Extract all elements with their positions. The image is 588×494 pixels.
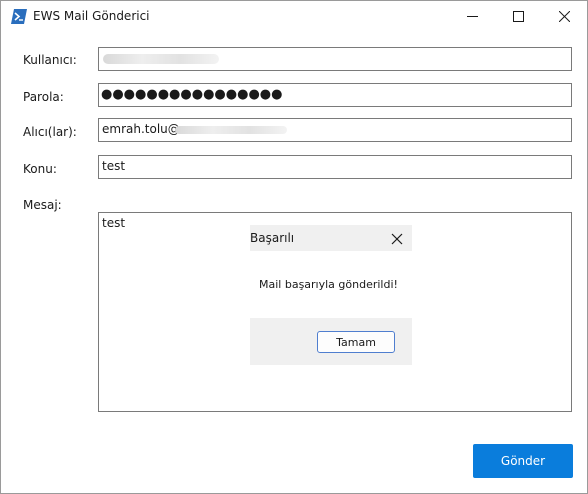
send-button[interactable]: Gönder	[473, 444, 573, 478]
dialog-ok-button[interactable]: Tamam	[317, 331, 395, 353]
main-window: EWS Mail Gönderici Kullanıcı: Parola: ●●…	[0, 0, 588, 494]
dialog-footer: Tamam	[250, 318, 412, 365]
maximize-icon	[512, 7, 524, 26]
recipients-field[interactable]: emrah.tolu@	[98, 118, 572, 142]
minimize-button[interactable]	[449, 1, 495, 32]
title-bar: EWS Mail Gönderici	[1, 1, 587, 32]
dialog-message: Mail başarıyla gönderildi!	[259, 278, 398, 291]
subject-label: Konu:	[23, 162, 57, 176]
dialog-close-icon[interactable]	[390, 231, 404, 245]
minimize-icon	[466, 7, 478, 26]
close-button[interactable]	[541, 1, 587, 32]
window-title: EWS Mail Gönderici	[33, 9, 150, 23]
recipients-label: Alıcı(lar):	[23, 125, 77, 139]
message-label: Mesaj:	[23, 198, 62, 212]
maximize-button[interactable]	[495, 1, 541, 32]
dialog-title: Başarılı	[250, 231, 295, 245]
dialog-title-bar: Başarılı	[250, 225, 412, 251]
success-dialog: Başarılı Mail başarıyla gönderildi! Tama…	[250, 225, 412, 365]
message-value: test	[102, 216, 126, 230]
recipients-value: emrah.tolu@	[102, 122, 180, 136]
password-field[interactable]: ●●●●●●●●●●●●●●●●	[98, 83, 572, 107]
redacted-recipient-domain	[175, 126, 287, 134]
powershell-icon	[11, 9, 27, 24]
password-label: Parola:	[23, 90, 64, 104]
username-field[interactable]	[98, 47, 572, 71]
redacted-username	[103, 54, 219, 64]
subject-field[interactable]: test	[98, 155, 572, 179]
password-value: ●●●●●●●●●●●●●●●●	[101, 87, 283, 102]
close-icon	[558, 7, 570, 26]
subject-value: test	[102, 159, 126, 173]
username-label: Kullanıcı:	[23, 53, 77, 67]
